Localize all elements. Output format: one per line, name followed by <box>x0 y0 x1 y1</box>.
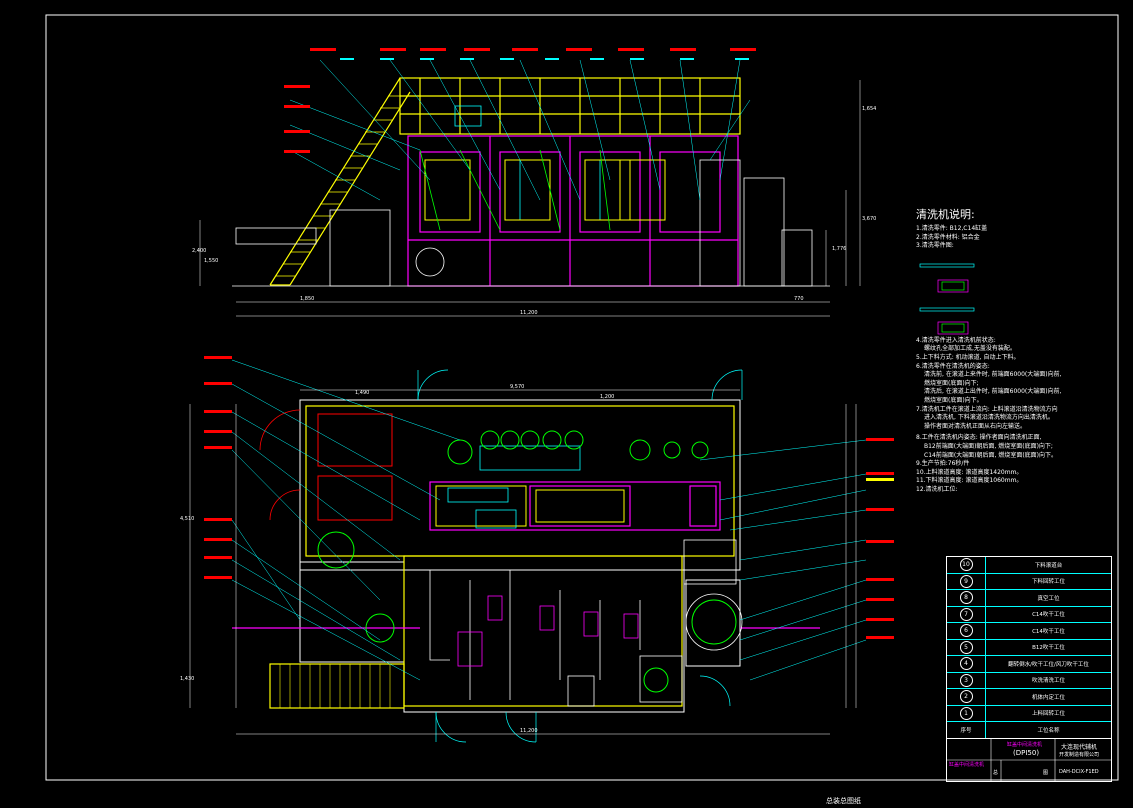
note-line: 燃烧室面(底面)向下。 <box>924 396 983 404</box>
notes-title: 清洗机说明: <box>916 208 975 221</box>
dim-top-total: 11,200 <box>520 310 538 316</box>
station-number: 9 <box>959 574 973 588</box>
table-header-row: 序号 工位名称 <box>947 722 1111 738</box>
note-line: 6.清洗零件在清洗机的姿态: <box>916 362 990 370</box>
note-line: 5.上下料方式: 机动滚道, 自动上下料。 <box>916 353 1020 361</box>
station-name: 下料回转工位 <box>1031 579 1065 586</box>
station-number: 2 <box>959 690 973 704</box>
header-name: 工位名称 <box>1037 727 1060 734</box>
dim-left-h2: 1,430 <box>180 676 194 682</box>
station-number: 10 <box>959 558 973 572</box>
dim-h2: 3,670 <box>862 216 876 222</box>
note-line: 9.生产节拍:76秒/件 <box>916 460 970 468</box>
dim-h3: 1,776 <box>832 246 846 252</box>
note-line: B12前端面(大端面)朝后面, 燃烧室面(底面)向下; <box>924 442 1053 450</box>
station-name: 机体内定工位 <box>1031 694 1065 701</box>
dim-plan-total: 9,570 <box>510 384 524 390</box>
dim-h4: 2,400 <box>192 248 206 254</box>
sheet-label: 总 <box>993 770 999 776</box>
drawing-name-2: 缸盖中间清洗机 <box>949 762 985 768</box>
station-name: B12吹干工位 <box>1032 645 1065 652</box>
table-row: 3 吹洗清洗工位 <box>947 672 1111 689</box>
table-row: 1 上料回转工位 <box>947 705 1111 722</box>
table-row: 8 真空工位 <box>947 590 1111 607</box>
note-line: 7.清洗机工件在滚道上流向: 上料滚道沿清洗物流方向 <box>916 405 1058 413</box>
dim-left-h: 4,510 <box>180 516 194 522</box>
cleaning-machine-notes: 清洗机说明: 1.清洗零件: B12,C14缸盖 2.清洗零件材料: 铝合金 3… <box>916 208 1116 494</box>
station-name: 吹洗清洗工位 <box>1031 678 1065 685</box>
station-table: 10 下料滚道台 9 下料回转工位 8 真空工位 7 C14吹干工位 6 C14吹干工位 … <box>946 556 1112 739</box>
station-number: 1 <box>959 706 973 720</box>
dim-d1: 1,490 <box>355 390 369 396</box>
note-line: 螺纹孔全部加工成,无盖没有装配。 <box>924 345 1016 353</box>
note-line: 进入清洗机, 下料滚道沿清洗物流方向出清洗机。 <box>924 414 1054 422</box>
plan-view[interactable] <box>189 356 894 743</box>
note-line: 10.上料滚道高度: 滚道高度1420mm。 <box>916 468 1023 476</box>
station-name: 翻转倒水/吹干工位/风刀吹干工位 <box>1008 661 1089 668</box>
drawing-number: DAH-DCIX-F1ED <box>1059 769 1099 775</box>
dim-h5: 1,550 <box>204 258 218 264</box>
sheet-label-2: 图 <box>1043 770 1049 776</box>
dim-plan-total2: 11,200 <box>520 728 538 734</box>
title-block: 缸盖中间清洗机 (DPI50) 大连现代辅机 开发制造有限公司 缸盖中间清洗机 … <box>946 738 1112 782</box>
note-line: 清洗后, 在滚道上出件时, 前端面6000(大端面)向前, <box>924 388 1062 396</box>
note-line: 8.工件在清洗机内姿态: 操作者面向清洗机正面, <box>916 434 1042 442</box>
company-name-1: 大连现代辅机 <box>1061 744 1098 751</box>
dim-d3: 770 <box>794 296 804 302</box>
note-line: 2.清洗零件材料: 铝合金 <box>916 233 980 241</box>
table-row: 10 下料滚道台 <box>947 557 1111 574</box>
note-line: 操作者面对清洗机正面从右向左输送。 <box>924 422 1027 430</box>
station-name: 下料滚道台 <box>1034 562 1063 569</box>
note-line: 清洗前, 在滚道上来件时, 前端面6000(大端面)向前, <box>924 371 1062 379</box>
station-number: 8 <box>959 591 973 605</box>
dim-top-left: 1,850 <box>300 296 314 302</box>
dim-h1: 1,654 <box>862 106 876 112</box>
station-name: C14吹干工位 <box>1032 628 1065 635</box>
table-row: 4 翻转倒水/吹干工位/风刀吹干工位 <box>947 656 1111 673</box>
station-number: 7 <box>959 607 973 621</box>
note-line: 12.清洗机工位: <box>916 485 958 493</box>
station-number: 4 <box>959 657 973 671</box>
note-line: 11.下料滚道高度: 滚道高度1060mm。 <box>916 477 1023 485</box>
station-name: C14吹干工位 <box>1032 612 1065 619</box>
dim-d2: 1,200 <box>600 394 614 400</box>
station-name: 真空工位 <box>1037 595 1060 602</box>
drawing-name-1: 缸盖中间清洗机 <box>1007 742 1043 748</box>
station-number: 6 <box>959 624 973 638</box>
table-row: 7 C14吹干工位 <box>947 606 1111 623</box>
note-line: C14前端面(大端面)朝后面, 燃烧室面(底面)向下。 <box>924 451 1058 459</box>
station-number: 5 <box>959 640 973 654</box>
table-row: 9 下料回转工位 <box>947 573 1111 590</box>
note-line: 1.清洗零件: B12,C14缸盖 <box>916 225 988 232</box>
note-line: 3.清洗零件图: <box>916 242 954 250</box>
table-row: 2 机体内定工位 <box>947 689 1111 706</box>
elevation-view[interactable] <box>199 48 861 317</box>
station-number: 3 <box>959 673 973 687</box>
footer-label: 总装总图纸 <box>826 797 861 805</box>
drawing-code: (DPI50) <box>1013 749 1040 757</box>
company-name-2: 开发制造有限公司 <box>1059 752 1100 758</box>
station-name: 上料回转工位 <box>1031 711 1065 718</box>
header-number: 序号 <box>947 722 986 738</box>
table-row: 5 B12吹干工位 <box>947 639 1111 656</box>
table-row: 6 C14吹干工位 <box>947 623 1111 640</box>
